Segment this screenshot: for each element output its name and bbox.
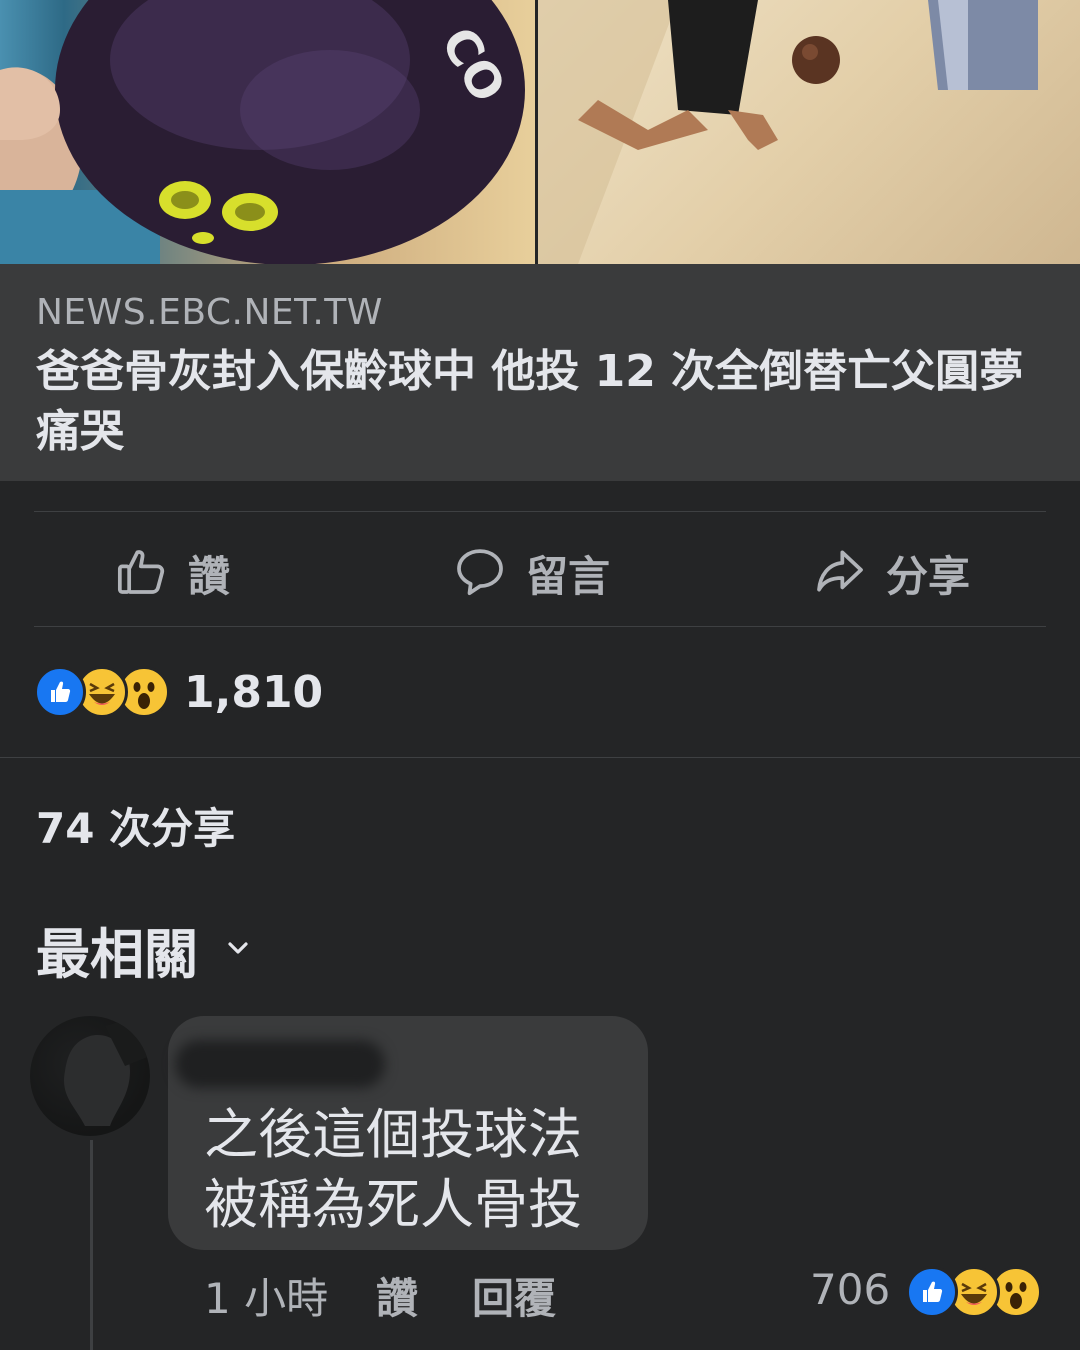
chevron-down-icon [222,932,254,968]
like-label: 讚 [188,551,231,601]
share-count[interactable]: 74 次分享 [36,795,235,856]
comment-reactions[interactable] [906,1266,1042,1318]
reactions-summary[interactable]: 1,810 [34,666,323,718]
bowling-ball-photo: CO [0,0,535,264]
thumbs-up-icon [114,543,170,603]
share-arrow-icon [812,543,868,603]
comment-button[interactable]: 留言 [452,538,610,608]
comment-like-link[interactable]: 讚 [376,1265,418,1326]
like-button[interactable]: 讚 [114,538,230,608]
bowler-photo [538,0,1080,264]
link-headline[interactable]: 爸爸骨灰封入保齡球中 他投 12 次全倒替亡父圓夢痛哭 [36,342,1036,462]
share-button[interactable]: 分享 [812,538,970,608]
comment-text: 之後這個投球法 被稱為死人骨投 [204,1100,582,1240]
comment-reaction-count[interactable]: 706 [810,1265,890,1314]
sort-label: 最相關 [36,923,198,986]
share-label: 分享 [886,551,971,601]
comment-text-line: 被稱為死人骨投 [204,1173,582,1236]
divider [0,757,1080,758]
comment-sort-dropdown[interactable]: 最相關 [36,910,254,989]
comment-timestamp[interactable]: 1 小時 [204,1265,328,1326]
commenter-name-redacted [175,1040,385,1088]
link-domain: NEWS.EBC.NET.TW [36,292,383,333]
reaction-count: 1,810 [184,666,324,718]
comment-label: 留言 [526,551,611,601]
comment-reply-link[interactable]: 回覆 [472,1265,556,1326]
divider [34,511,1046,512]
comment-text-line: 之後這個投球法 [204,1103,582,1166]
commenter-avatar[interactable] [30,1016,150,1136]
speech-bubble-icon [452,543,508,603]
comment-thread-line [90,1140,93,1350]
divider [34,626,1046,627]
link-preview-media[interactable]: CO [0,0,1080,264]
like-reaction-icon [34,666,86,718]
like-reaction-icon [906,1266,958,1318]
